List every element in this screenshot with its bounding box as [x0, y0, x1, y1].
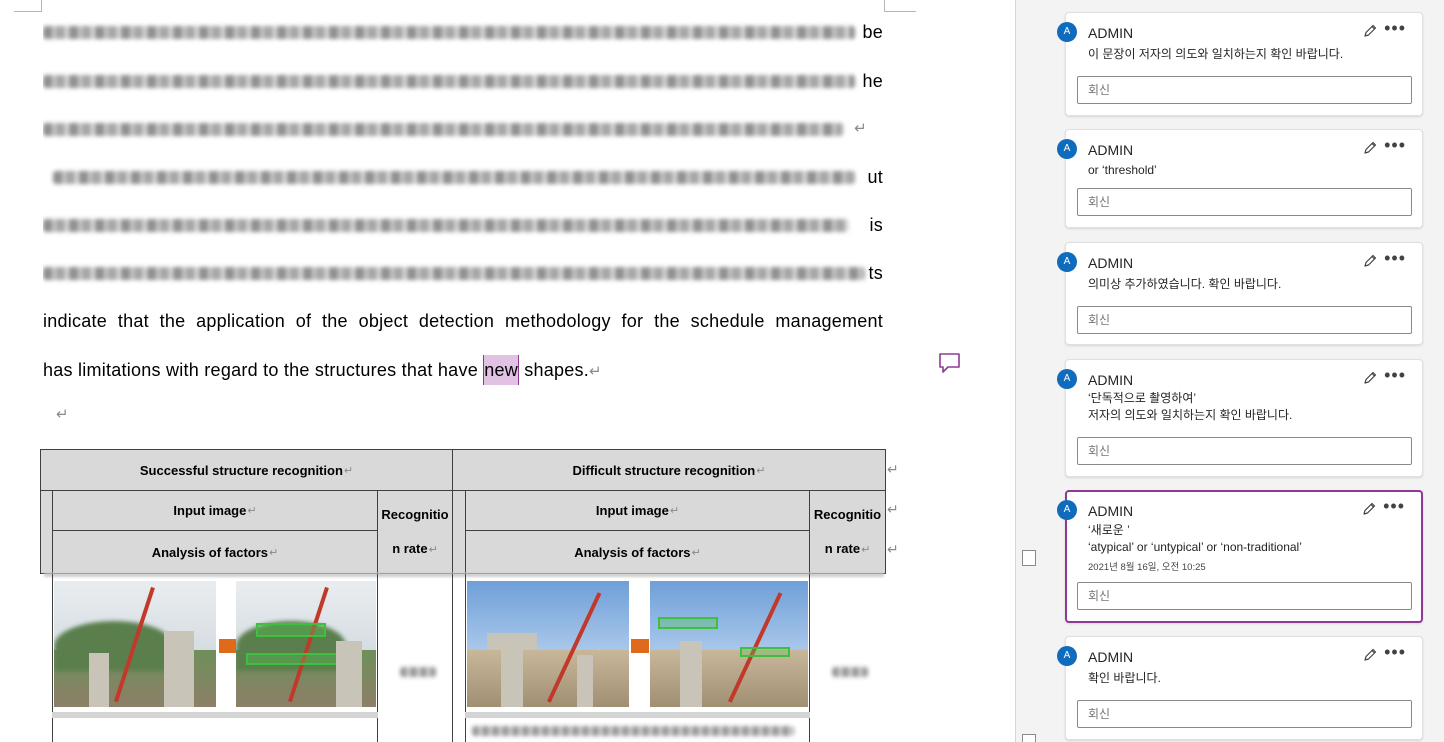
blurred-value: [832, 667, 868, 677]
structure-photo: [236, 581, 376, 707]
text-line[interactable]: has limitations with regard to the struc…: [43, 355, 883, 385]
text-line[interactable]: is: [43, 210, 883, 240]
arrow-icon: [631, 639, 649, 653]
more-options-icon[interactable]: •••: [1384, 643, 1406, 661]
highlighted-comment-text[interactable]: new: [483, 355, 519, 385]
avatar: A: [1057, 369, 1077, 389]
text-run: shapes.: [519, 360, 590, 380]
more-options-icon[interactable]: •••: [1384, 19, 1406, 37]
more-options-icon[interactable]: •••: [1384, 249, 1406, 267]
pencil-icon[interactable]: [1362, 23, 1378, 39]
avatar: A: [1057, 646, 1077, 666]
table-cell: Input image ↵: [52, 490, 378, 531]
text-line[interactable]: he: [43, 66, 883, 96]
comment-card-active[interactable]: A ADMIN ••• ‘새로운 ’ ‘atypical’ or ‘untypi…: [1057, 490, 1423, 623]
selection-shadow: [44, 573, 884, 577]
table-cell: Analysis of factors ↵: [52, 530, 378, 574]
pencil-icon[interactable]: [1362, 253, 1378, 269]
reply-input[interactable]: [1077, 700, 1412, 728]
pencil-icon[interactable]: [1361, 501, 1377, 517]
more-options-icon[interactable]: •••: [1383, 497, 1405, 515]
table-cell: Recognitio n rate↵: [809, 490, 886, 574]
comment-text: 의미상 추가하였습니다. 확인 바랍니다.: [1088, 277, 1282, 291]
figure-table: Successful structure recognition ↵ Diffic…: [40, 449, 899, 742]
document-canvas[interactable]: be he ↵ ut is ts indicate that the appli…: [0, 0, 1015, 742]
avatar: A: [1057, 500, 1077, 520]
table-cell: Recognitio n rate↵: [377, 490, 453, 574]
comment-text: 이 문장이 저자의 의도와 일치하는지 확인 바랍니다.: [1088, 47, 1344, 61]
comment-author: ADMIN: [1088, 255, 1134, 271]
comment-card[interactable]: A ADMIN ••• 이 문장이 저자의 의도와 일치하는지 확인 바랍니다.: [1057, 12, 1423, 116]
reply-input[interactable]: [1077, 188, 1412, 216]
avatar: A: [1057, 139, 1077, 159]
text-line[interactable]: indicate that the application of the obj…: [43, 306, 883, 336]
structure-photo: [54, 581, 216, 707]
text-line[interactable]: ut: [43, 162, 883, 192]
text-line[interactable]: ts: [43, 258, 883, 288]
blurred-value: [400, 667, 436, 677]
comments-pane[interactable]: A ADMIN ••• 이 문장이 저자의 의도와 일치하는지 확인 바랍니다.…: [1037, 0, 1444, 742]
comment-card[interactable]: A ADMIN ••• 의미상 추가하였습니다. 확인 바랍니다.: [1057, 242, 1423, 345]
line-tail-text: be: [862, 22, 883, 42]
comment-date: 2021년 8월 16일, 오전 10:25: [1088, 562, 1206, 573]
blurred-caption: [472, 726, 794, 736]
pencil-icon[interactable]: [1362, 647, 1378, 663]
row-end-mark: ↵: [887, 541, 899, 557]
comment-icon[interactable]: [938, 352, 962, 374]
table-header-cell: Difficult structure recognition ↵: [452, 449, 886, 491]
pencil-icon[interactable]: [1362, 140, 1378, 156]
comment-author: ADMIN: [1088, 142, 1134, 158]
comment-author: ADMIN: [1088, 25, 1134, 41]
reply-input[interactable]: [1077, 582, 1412, 610]
avatar: A: [1057, 22, 1077, 42]
avatar: A: [1057, 252, 1077, 272]
reply-input[interactable]: [1077, 306, 1412, 334]
pane-gutter: [1015, 0, 1037, 742]
comment-card[interactable]: A ADMIN ••• ‘단독적으로 촬영하여’ 저자의 의도와 일치하는지 확…: [1057, 359, 1423, 477]
line-tail-text: he: [862, 71, 883, 91]
line-tail-text: ts: [868, 263, 883, 283]
comment-text: ‘새로운 ’: [1088, 523, 1130, 537]
more-options-icon[interactable]: •••: [1384, 366, 1406, 384]
comment-author: ADMIN: [1088, 503, 1134, 519]
line-tail-text: is: [869, 215, 883, 235]
text-line[interactable]: be: [43, 17, 883, 47]
more-options-icon[interactable]: •••: [1384, 136, 1406, 154]
paragraph-mark: ↵: [589, 363, 602, 380]
reply-input[interactable]: [1077, 437, 1412, 465]
comment-card[interactable]: A ADMIN ••• or ‘threshold’: [1057, 129, 1423, 228]
table-cell: Analysis of factors ↵: [465, 530, 810, 574]
text-run: has limitations with regard to the struc…: [43, 360, 484, 380]
table-cell: Input image ↵: [465, 490, 810, 531]
margin-corner-mark: [884, 0, 916, 12]
comment-text: 저자의 의도와 일치하는지 확인 바랍니다.: [1088, 408, 1293, 422]
scroll-indicator[interactable]: [1022, 734, 1036, 742]
text-line[interactable]: ↵: [43, 114, 883, 144]
paragraph-mark: ↵: [854, 120, 867, 137]
comment-author: ADMIN: [1088, 649, 1134, 665]
comment-text: or ‘threshold’: [1088, 163, 1157, 177]
table-cell: [452, 490, 466, 574]
row-end-mark: ↵: [887, 461, 899, 477]
paragraph-mark: ↵: [56, 406, 69, 423]
pencil-icon[interactable]: [1362, 370, 1378, 386]
comment-author: ADMIN: [1088, 372, 1134, 388]
margin-corner-mark: [14, 0, 42, 12]
checkbox[interactable]: [1022, 550, 1036, 566]
comment-text: 확인 바랍니다.: [1088, 671, 1161, 685]
comment-text: ‘atypical’ or ‘untypical’ or ‘non-tradit…: [1088, 540, 1302, 554]
line-tail-text: ut: [867, 167, 883, 187]
row-end-mark: ↵: [887, 501, 899, 517]
reply-input[interactable]: [1077, 76, 1412, 104]
table-header-cell: Successful structure recognition ↵: [40, 449, 453, 491]
arrow-icon: [219, 639, 237, 653]
structure-photo: [467, 581, 629, 707]
comment-card[interactable]: A ADMIN ••• 확인 바랍니다.: [1057, 636, 1423, 740]
comment-text: ‘단독적으로 촬영하여’: [1088, 391, 1197, 405]
structure-photo: [650, 581, 808, 707]
